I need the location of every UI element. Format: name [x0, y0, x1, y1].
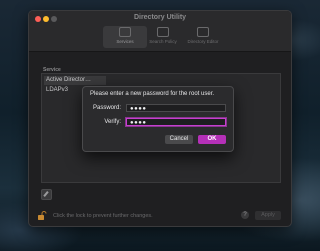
- tab-search-policy[interactable]: Search Policy: [141, 26, 185, 48]
- password-label: Password:: [92, 105, 121, 111]
- unlocked-lock-icon[interactable]: [37, 211, 47, 221]
- title-bar: Directory Utility Services Search Policy…: [29, 11, 291, 52]
- service-row-ldapv3[interactable]: LDAPv3: [44, 86, 68, 95]
- help-button[interactable]: ?: [241, 211, 249, 219]
- verify-field[interactable]: ●●●●: [126, 118, 226, 126]
- pencil-icon: [43, 191, 49, 197]
- ok-button[interactable]: OK: [198, 135, 226, 144]
- services-icon: [119, 27, 131, 37]
- verify-label: Verify:: [104, 119, 121, 125]
- cancel-button[interactable]: Cancel: [165, 135, 193, 144]
- sheet-prompt: Please enter a new password for the root…: [90, 91, 215, 97]
- search-policy-icon: [157, 27, 169, 37]
- password-field[interactable]: ●●●●: [126, 104, 226, 112]
- apply-button[interactable]: Apply: [255, 211, 281, 220]
- tab-search-policy-label: Search Policy: [149, 39, 177, 44]
- root-password-sheet: Please enter a new password for the root…: [82, 86, 234, 152]
- tab-directory-editor-label: Directory Editor: [187, 39, 219, 44]
- service-row-active-directory[interactable]: Active Director…: [44, 76, 106, 85]
- edit-service-button[interactable]: [41, 189, 52, 200]
- window-title: Directory Utility: [133, 14, 187, 21]
- lock-hint-text: Click the lock to prevent further change…: [53, 213, 153, 219]
- tab-directory-editor[interactable]: Directory Editor: [181, 26, 225, 48]
- directory-editor-icon: [197, 27, 209, 37]
